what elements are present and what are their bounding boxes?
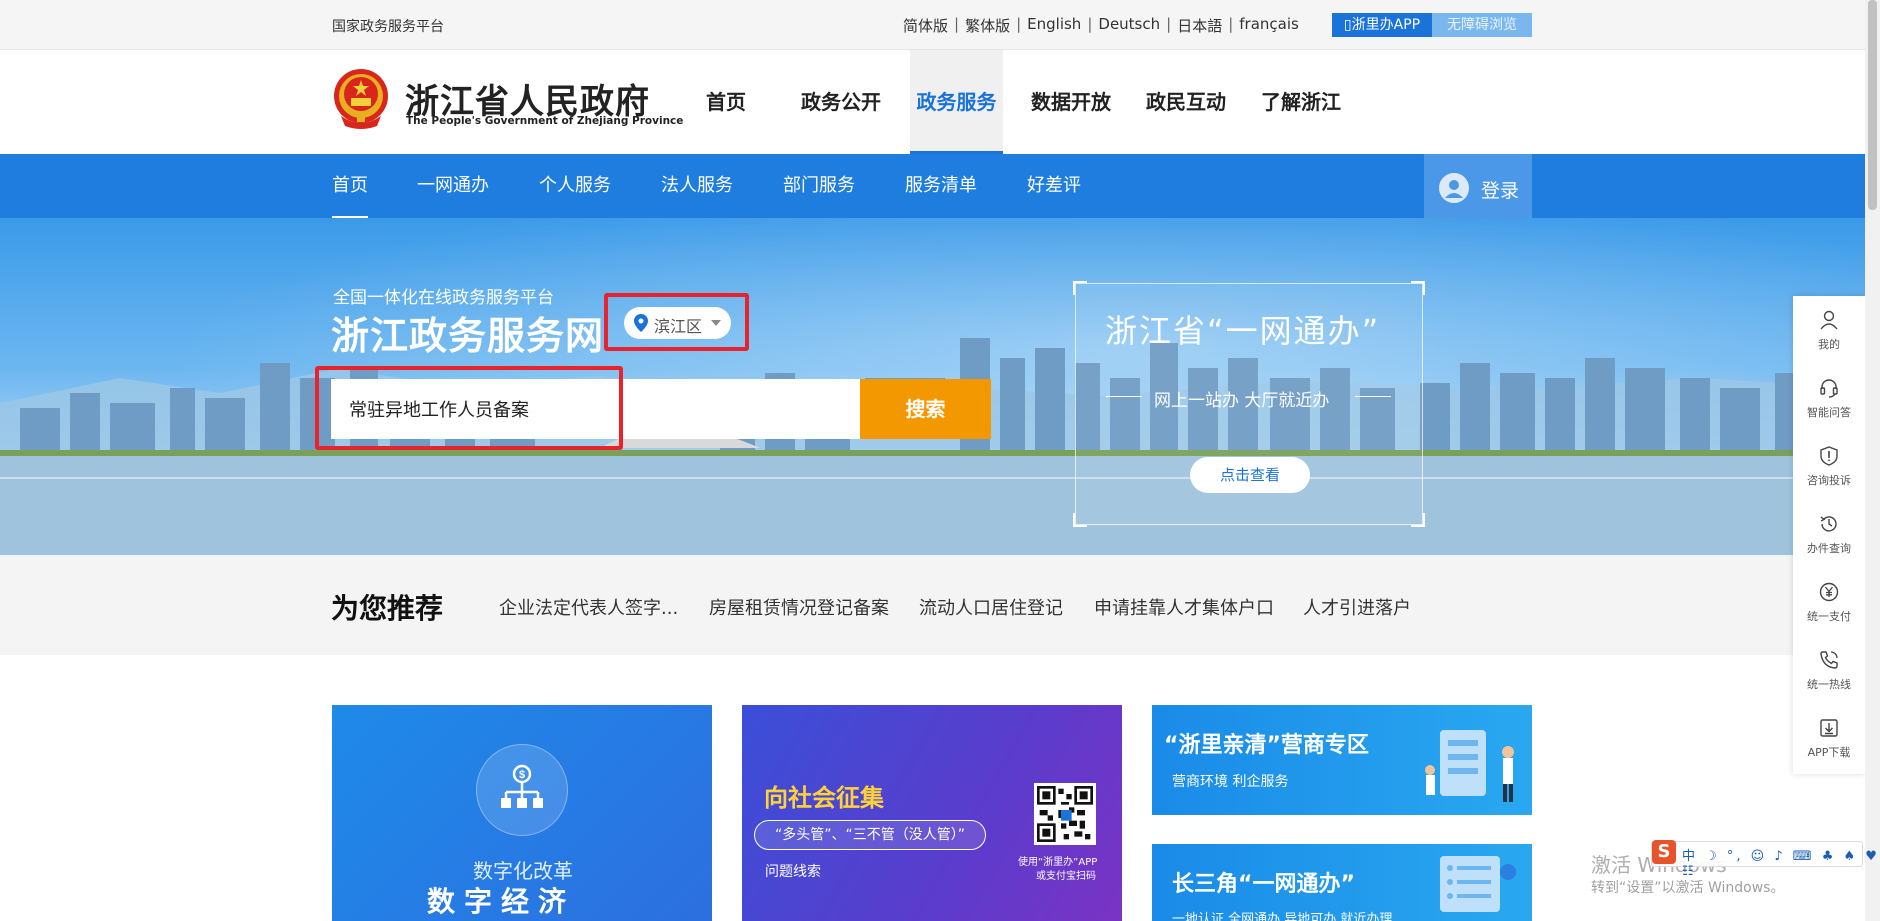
recommend-item[interactable]: 流动人口居住登记 — [919, 594, 1063, 620]
toolbar-label: APP下载 — [1807, 746, 1851, 759]
user-icon — [1820, 310, 1838, 330]
promo-view-button[interactable]: 点击查看 — [1190, 457, 1310, 493]
promo-divider — [1355, 396, 1391, 397]
qr-caption: 或支付宝扫码 — [1036, 871, 1096, 882]
business-illustration-icon — [1425, 730, 1514, 802]
site-name-english: The People's Government of Zhejiang Prov… — [406, 115, 684, 127]
sub-nav-corporate[interactable]: 法人服务 — [661, 154, 733, 218]
toolbar-label: 我的 — [1818, 338, 1840, 351]
card-subtitle: 问题线索 — [765, 864, 821, 880]
ime-toolbar-icons[interactable]: 中 ☽ °, ☺ ♪ ⌨ ♣ ♠ ♥ ☷ — [1682, 845, 1880, 879]
qr-code-icon — [1034, 783, 1096, 845]
region-highlight-box — [604, 293, 749, 351]
national-emblem-icon[interactable] — [331, 68, 391, 130]
toolbar-case-query[interactable]: 办件查询 — [1793, 504, 1865, 572]
scrollbar-thumb[interactable] — [1868, 0, 1877, 210]
toolbar-label: 咨询投诉 — [1807, 474, 1851, 487]
recommend-item[interactable]: 申请挂靠人才集体户口 — [1094, 594, 1274, 620]
lang-german[interactable]: Deutsch — [1092, 15, 1166, 36]
money-network-icon: $ — [501, 764, 543, 808]
download-icon — [1820, 719, 1838, 737]
sub-nav-department[interactable]: 部门服务 — [783, 154, 855, 218]
mobile-icon: ▯ — [1343, 17, 1352, 33]
banner-title: 浙江政务服务网 — [331, 314, 605, 358]
card-pill-label: “多头管”、“三不管（没人管）” — [754, 820, 986, 850]
app-button[interactable]: ▯浙里办APP — [1332, 13, 1432, 37]
avatar-icon — [1439, 173, 1469, 203]
sub-nav-personal[interactable]: 个人服务 — [539, 154, 611, 218]
corner-decoration — [1411, 281, 1425, 295]
qr-caption: 使用“浙里办”APP — [1018, 857, 1098, 868]
sub-nav-home[interactable]: 首页 — [332, 154, 368, 218]
toolbar-smart-qa[interactable]: 智能问答 — [1793, 368, 1865, 436]
toolbar-label: 智能问答 — [1807, 406, 1851, 419]
recommend-item[interactable]: 房屋租赁情况登记备案 — [709, 594, 889, 620]
language-switcher: 简体版 | 繁体版 | English | Deutsch | 日本語 | françai… — [897, 15, 1305, 36]
history-icon — [1820, 516, 1837, 532]
recommend-item[interactable]: 人才引进落户 — [1303, 594, 1411, 620]
national-platform-link[interactable]: 国家政务服务平台 — [332, 16, 444, 36]
sub-nav-rating[interactable]: 好差评 — [1027, 154, 1081, 218]
sub-nav-service-list[interactable]: 服务清单 — [905, 154, 977, 218]
card-title: 数字经济 — [427, 885, 576, 918]
main-nav-gov-affairs[interactable]: 政务公开 — [795, 50, 887, 154]
sogou-ime-icon[interactable]: S — [1652, 840, 1676, 864]
toolbar-complaint[interactable]: 咨询投诉 — [1793, 436, 1865, 504]
card-subtitle: 一地认证 全网通办 异地可办 就近办理 — [1172, 912, 1393, 921]
corner-decoration — [1411, 513, 1425, 527]
recommend-item[interactable]: 企业法定代表人签字... — [499, 594, 678, 620]
main-nav-about[interactable]: 了解浙江 — [1255, 50, 1347, 154]
svg-text:$: $ — [519, 769, 525, 781]
card-title: 向社会征集 — [764, 784, 884, 812]
headset-icon — [1820, 379, 1838, 398]
accessibility-button[interactable]: 无障碍浏览 — [1432, 13, 1532, 37]
main-nav-open-data[interactable]: 数据开放 — [1025, 50, 1117, 154]
lang-english[interactable]: English — [1021, 15, 1087, 36]
corner-decoration — [1073, 281, 1087, 295]
promo-subtitle: 网上一站办 大厅就近办 — [1154, 391, 1330, 411]
toolbar-payment[interactable]: 统一支付 — [1793, 572, 1865, 640]
card-subtitle: 营商环境 利企服务 — [1172, 774, 1289, 790]
sub-nav-one-stop[interactable]: 一网通办 — [417, 154, 489, 218]
lang-french[interactable]: français — [1233, 15, 1305, 36]
corner-decoration — [1073, 513, 1087, 527]
main-nav-interaction[interactable]: 政民互动 — [1140, 50, 1232, 154]
promo-title: 浙江省“一网通办” — [1105, 312, 1381, 350]
search-button[interactable]: 搜索 — [860, 379, 991, 439]
login-label[interactable]: 登录 — [1481, 176, 1519, 203]
shield-icon — [1820, 446, 1838, 466]
lang-traditional[interactable]: 繁体版 — [959, 15, 1016, 36]
main-nav-gov-services[interactable]: 政务服务 — [910, 50, 1003, 154]
toolbar-label: 统一支付 — [1807, 610, 1851, 623]
windows-activation-hint: 转到“设置”以激活 Windows。 — [1591, 880, 1785, 896]
toolbar-app-download[interactable]: APP下载 — [1793, 708, 1865, 776]
main-nav-home[interactable]: 首页 — [700, 50, 752, 154]
card-title: “浙里亲清”营商专区 — [1164, 733, 1369, 758]
phone-icon — [1820, 651, 1838, 669]
toolbar-label: 办件查询 — [1807, 542, 1851, 555]
toolbar-my-account[interactable]: 我的 — [1793, 300, 1865, 368]
toolbar-hotline[interactable]: 统一热线 — [1793, 640, 1865, 708]
yen-icon — [1819, 582, 1839, 602]
lang-japanese[interactable]: 日本語 — [1171, 15, 1228, 36]
recommend-title: 为您推荐 — [331, 592, 444, 625]
promo-divider — [1106, 396, 1142, 397]
search-highlight-box — [315, 366, 623, 450]
card-title: 长三角“一网通办” — [1172, 872, 1355, 897]
app-button-label: 浙里办APP — [1351, 17, 1421, 33]
checklist-illustration-icon — [1440, 856, 1516, 912]
lang-simplified[interactable]: 简体版 — [897, 15, 954, 36]
toolbar-label: 统一热线 — [1807, 678, 1851, 691]
